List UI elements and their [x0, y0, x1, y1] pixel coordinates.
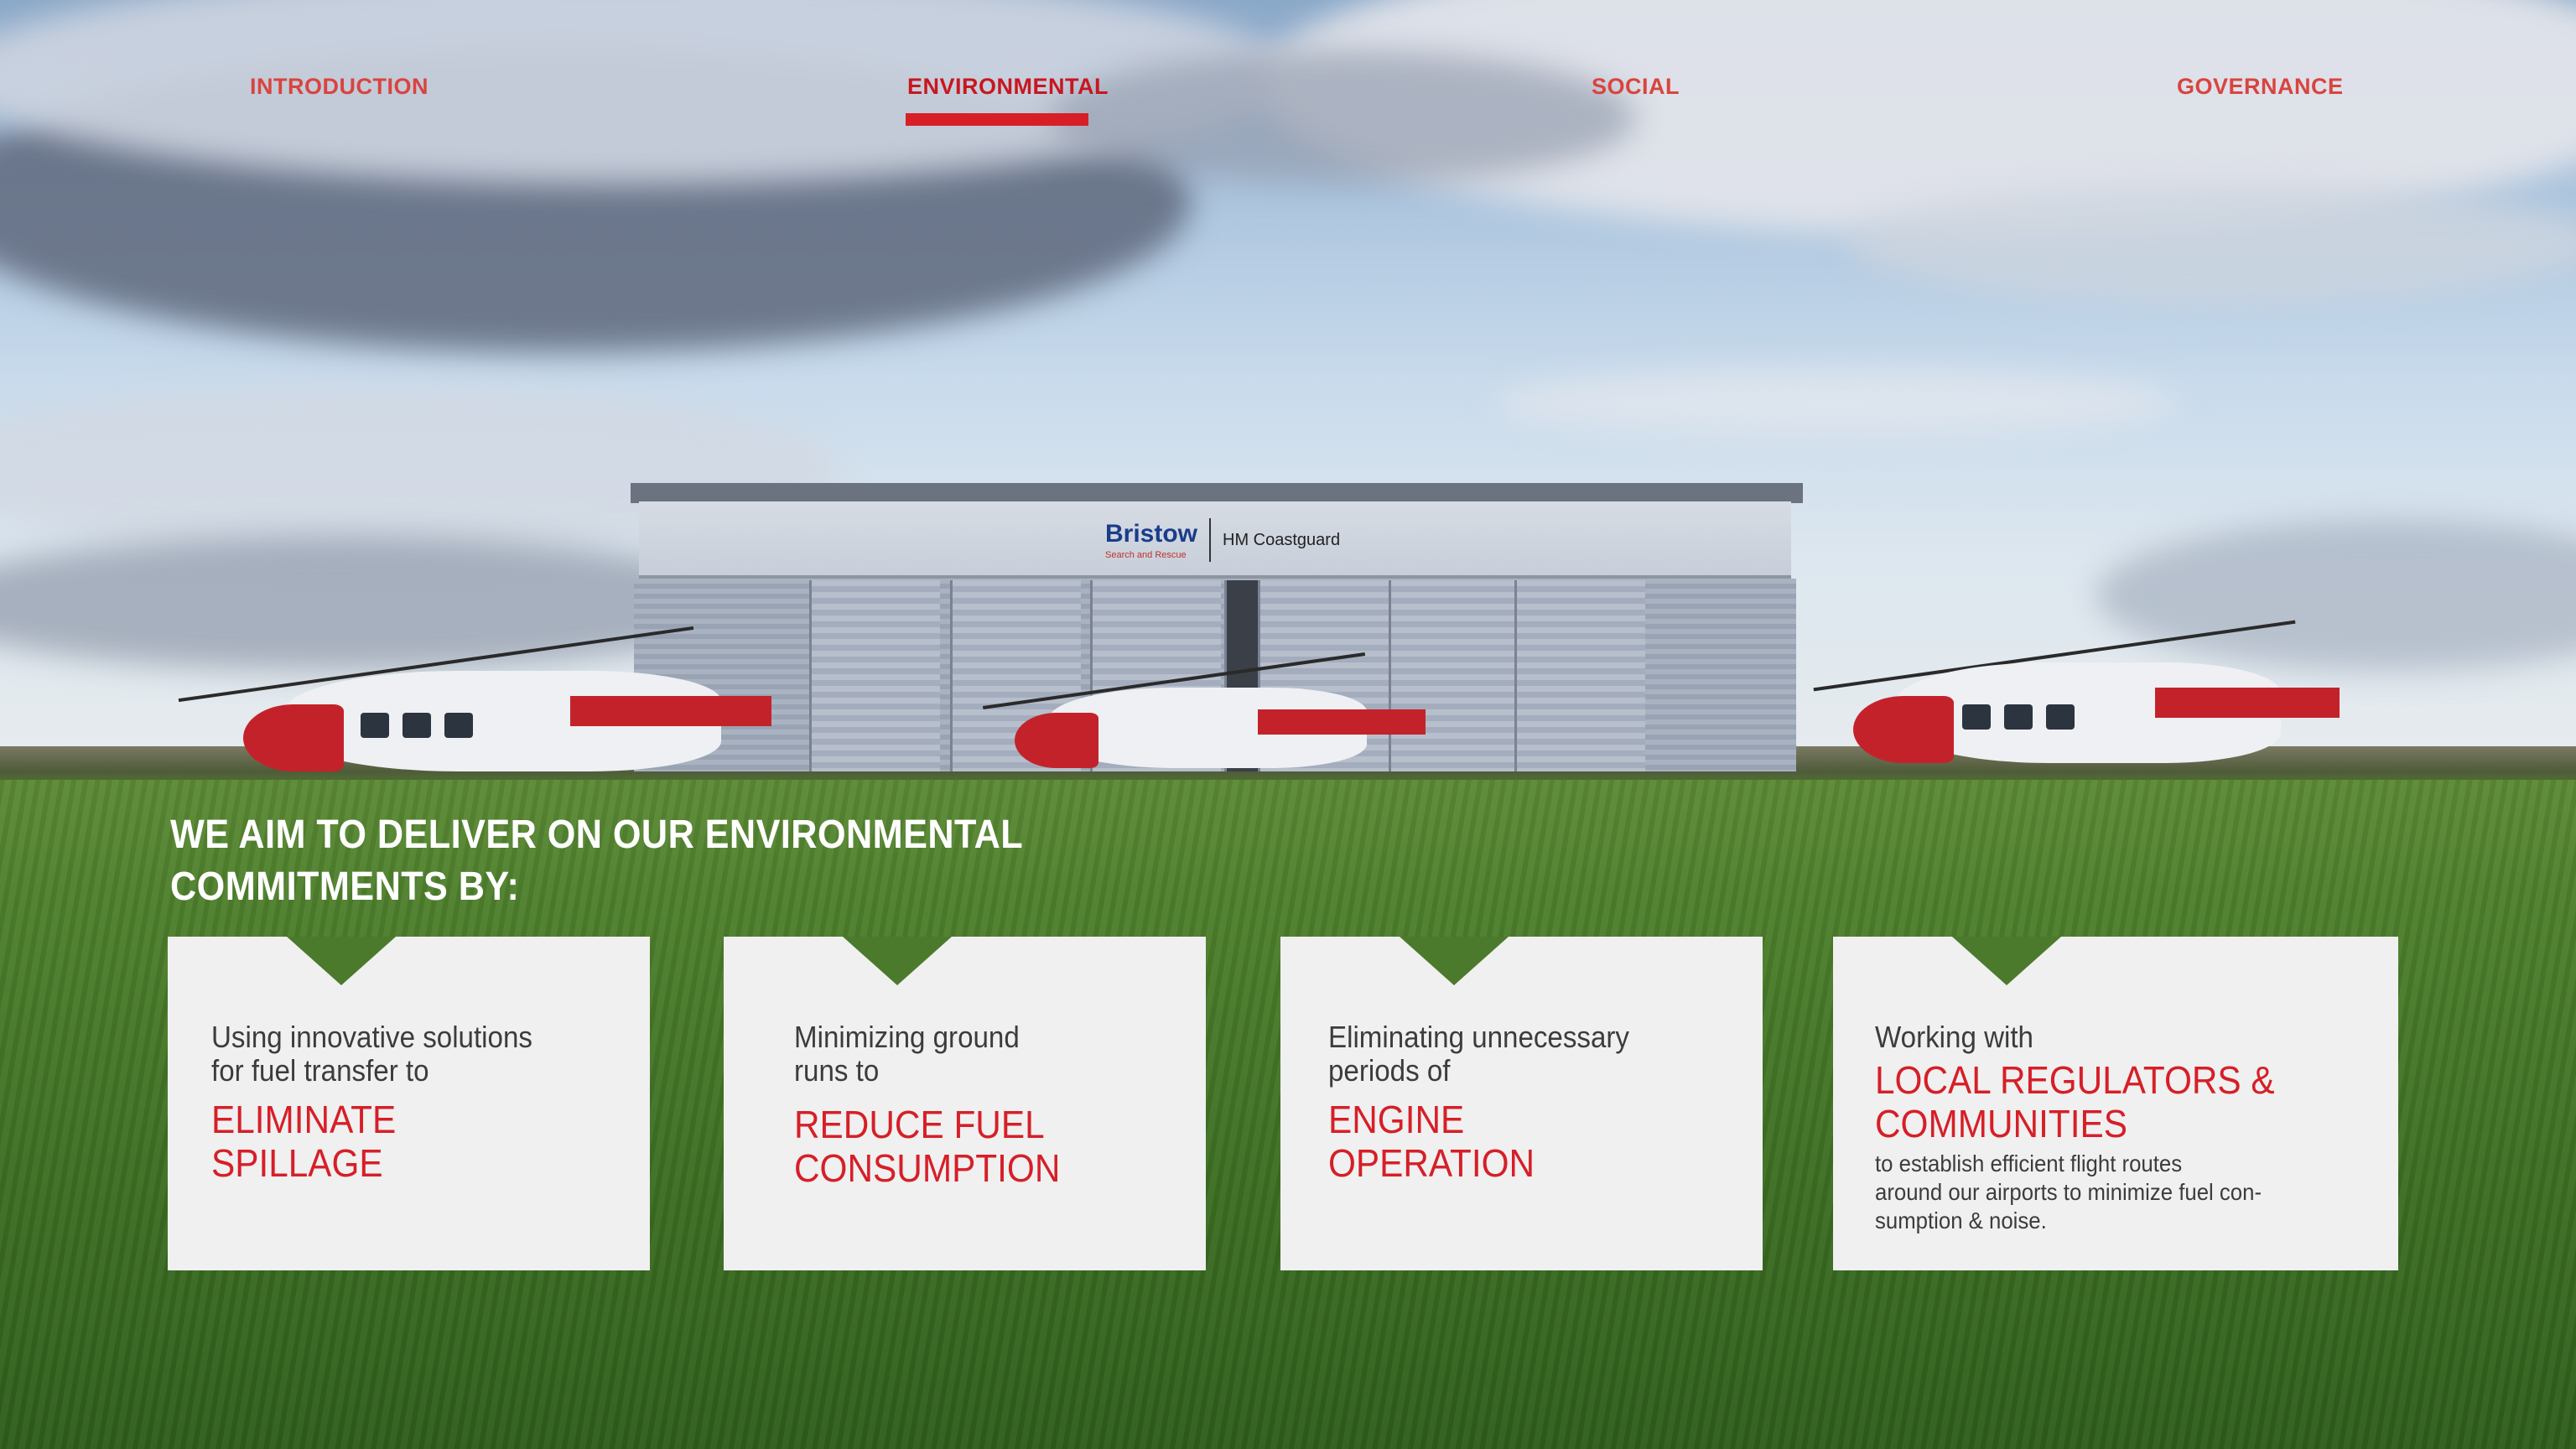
active-tab-indicator — [906, 113, 1088, 126]
helicopter-right — [1794, 620, 2348, 771]
helicopter-center — [964, 652, 1434, 780]
section-heading: WE AIM TO DELIVER ON OUR ENVIRONMENTAL C… — [170, 813, 1023, 909]
commitment-card-fuel: Minimizing ground runs to REDUCE FUEL CO… — [724, 937, 1206, 1270]
commitment-card-spillage: Using innovative solutions for fuel tran… — [168, 937, 650, 1270]
helicopter-left — [168, 621, 805, 780]
bristow-logo-subtext: Search and Rescue — [1105, 550, 1187, 560]
card-key-text: ENGINE OPERATION — [1328, 1098, 1535, 1185]
nav-environmental[interactable]: ENVIRONMENTAL — [907, 74, 1109, 100]
card-key-text: ELIMINATE SPILLAGE — [211, 1098, 397, 1185]
helicopter-window — [402, 713, 431, 738]
nav-governance[interactable]: GOVERNANCE — [2177, 74, 2344, 100]
helicopter-nose — [1853, 696, 1954, 763]
helicopter-tail — [2155, 688, 2340, 718]
card-notch — [843, 937, 952, 985]
helicopter-window — [1962, 704, 1991, 730]
card-key-text: REDUCE FUEL CONSUMPTION — [794, 1103, 1061, 1190]
helicopter-window — [361, 713, 389, 738]
hm-coastguard-logo: HM Coastguard — [1223, 530, 1341, 549]
helicopter-window — [2046, 704, 2075, 730]
commitment-card-engine: Eliminating unnecessary periods of ENGIN… — [1280, 937, 1763, 1270]
cloud — [1845, 184, 2576, 302]
card-notch — [1952, 937, 2061, 985]
hangar-signage: Bristow Search and Rescue HM Coastguard — [1105, 515, 1340, 565]
cloud — [1493, 369, 2180, 436]
helicopter-tail — [1258, 709, 1426, 735]
nav-social[interactable]: SOCIAL — [1592, 74, 1680, 100]
card-notch — [287, 937, 396, 985]
bristow-logo: Bristow Search and Rescue — [1105, 520, 1197, 560]
card-notch — [1400, 937, 1509, 985]
nav-introduction[interactable]: INTRODUCTION — [250, 74, 428, 100]
card-key-text: LOCAL REGULATORS & COMMUNITIES — [1875, 1058, 2275, 1145]
card-intro-text: Using innovative solutions for fuel tran… — [211, 1020, 532, 1088]
card-intro-text: Minimizing ground runs to — [794, 1020, 1020, 1088]
helicopter-window — [2004, 704, 2033, 730]
card-intro-text: Eliminating unnecessary periods of — [1328, 1020, 1629, 1088]
helicopter-tail — [570, 696, 771, 726]
hangar-roof — [631, 483, 1803, 503]
helicopter-window — [444, 713, 473, 738]
helicopter-nose — [243, 704, 344, 771]
top-navigation: INTRODUCTION ENVIRONMENTAL SOCIAL GOVERN… — [0, 0, 2576, 134]
bristow-logo-text: Bristow — [1105, 520, 1198, 548]
hangar-door — [1514, 580, 1645, 771]
logo-divider — [1209, 518, 1212, 562]
card-note-text: to establish efficient flight routes aro… — [1875, 1150, 2262, 1233]
helicopter-nose — [1015, 713, 1098, 768]
commitment-card-regulators: Working with LOCAL REGULATORS & COMMUNIT… — [1833, 937, 2398, 1270]
card-intro-text: Working with — [1875, 1020, 2033, 1054]
hangar-door — [809, 580, 940, 771]
